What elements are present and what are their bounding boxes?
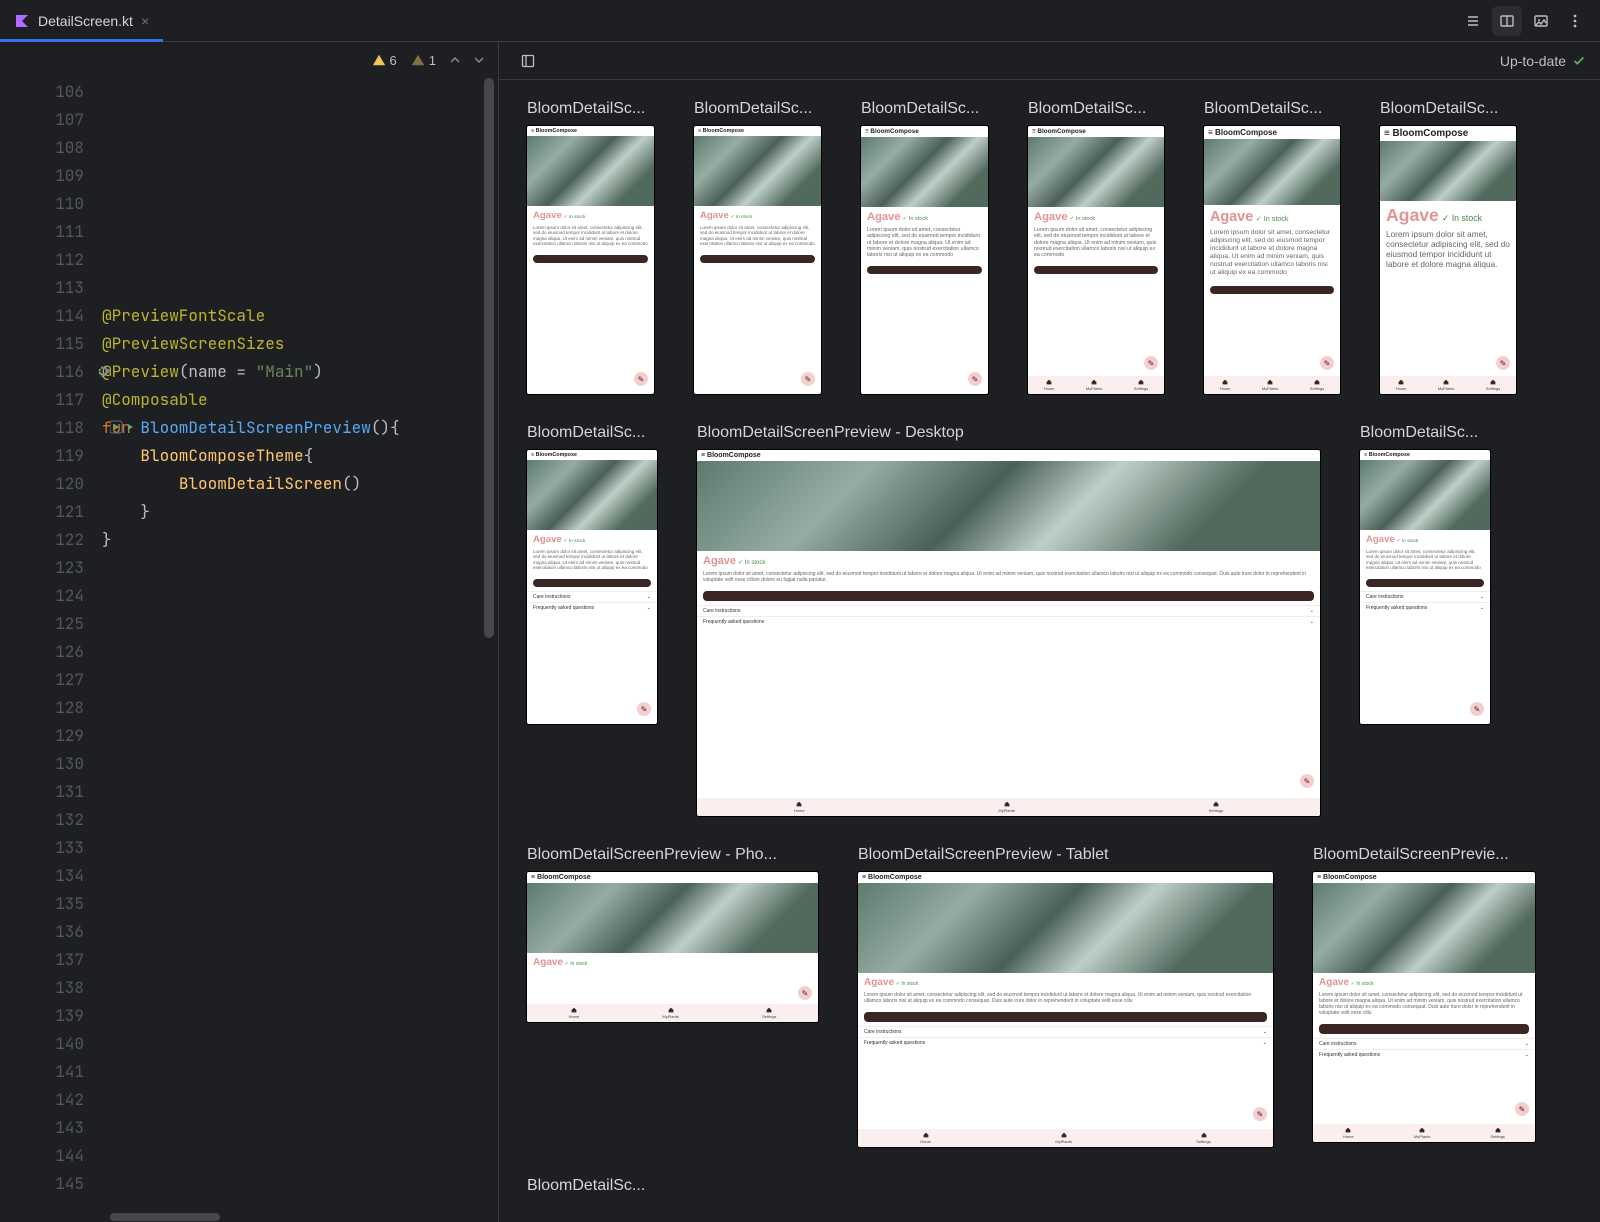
preview-tile[interactable]: BloomDetailSc... ≡ BloomCompose Agave ✓ … bbox=[694, 100, 821, 394]
close-icon[interactable]: × bbox=[141, 13, 149, 29]
preview-frame[interactable]: ≡ BloomCompose Agave ✓ In stock Lorem ip… bbox=[1313, 872, 1535, 1142]
tabbar: DetailScreen.kt × bbox=[0, 0, 1600, 42]
preview-tile-label: BloomDetailScreenPrevie... bbox=[1313, 846, 1535, 864]
check-icon bbox=[1572, 54, 1586, 68]
preview-surface-settings-icon[interactable] bbox=[513, 46, 543, 76]
preview-tile-label: BloomDetailSc... bbox=[1204, 100, 1340, 118]
preview-frame[interactable]: ≡ BloomCompose Agave ✓ In stock Lorem ip… bbox=[527, 450, 657, 724]
preview-tile[interactable]: BloomDetailScreenPreview - Tablet ≡ Bloo… bbox=[858, 846, 1273, 1147]
preview-tile-label: BloomDetailSc... bbox=[1380, 100, 1516, 118]
editor-body[interactable]: 1061071081091101111121131141151161171181… bbox=[0, 78, 498, 1222]
editor-pane: 6 1 106107108109110111112113114115116117… bbox=[0, 42, 499, 1222]
next-highlight-icon[interactable] bbox=[474, 55, 484, 65]
preview-scroll[interactable]: BloomDetailSc... ≡ BloomCompose Agave ✓ … bbox=[499, 80, 1600, 1222]
editor-h-scrollbar[interactable] bbox=[98, 1212, 498, 1222]
preview-tile-label: BloomDetailSc... bbox=[1028, 100, 1164, 118]
preview-tile-label: BloomDetailSc... bbox=[694, 100, 821, 118]
preview-tile[interactable]: BloomDetailScreenPreview - Pho... ≡ Bloo… bbox=[527, 846, 818, 1022]
preview-grid: BloomDetailSc... ≡ BloomCompose Agave ✓ … bbox=[527, 100, 1572, 1195]
tabs: DetailScreen.kt × bbox=[0, 0, 163, 41]
preview-tile[interactable]: BloomDetailSc... ≡ BloomCompose Agave ✓ … bbox=[527, 424, 657, 724]
more-icon[interactable] bbox=[1560, 6, 1590, 36]
split-view-icon[interactable] bbox=[1492, 6, 1522, 36]
list-view-icon[interactable] bbox=[1458, 6, 1488, 36]
design-view-icon[interactable] bbox=[1526, 6, 1556, 36]
preview-frame[interactable]: ≡ BloomCompose Agave ✓ In stock Lorem ip… bbox=[697, 450, 1320, 816]
editor-gutter[interactable]: 1061071081091101111121131141151161171181… bbox=[0, 78, 98, 1222]
preview-frame[interactable]: ≡ BloomCompose Agave ✓ In stock ✎ HomeMy… bbox=[527, 872, 818, 1022]
editor-view-tools bbox=[1458, 0, 1600, 41]
preview-frame[interactable]: ≡ BloomCompose Agave ✓ In stock Lorem ip… bbox=[694, 126, 821, 394]
preview-tile[interactable]: BloomDetailSc... ≡ BloomCompose Agave ✓ … bbox=[527, 100, 654, 394]
preview-tile-label: BloomDetailScreenPreview - Pho... bbox=[527, 846, 818, 864]
editor-inspection-bar: 6 1 bbox=[0, 42, 498, 78]
preview-toolbar: Up-to-date bbox=[499, 42, 1600, 80]
preview-tile[interactable]: BloomDetailSc... bbox=[527, 1177, 645, 1195]
preview-tile-label: BloomDetailSc... bbox=[527, 1177, 645, 1195]
preview-pane: Up-to-date BloomDetailSc... ≡ BloomCompo… bbox=[499, 42, 1600, 1222]
preview-tile-label: BloomDetailSc... bbox=[527, 100, 654, 118]
preview-tile[interactable]: BloomDetailSc... ≡ BloomCompose Agave ✓ … bbox=[1360, 424, 1490, 724]
main-row: 6 1 106107108109110111112113114115116117… bbox=[0, 42, 1600, 1222]
preview-tile[interactable]: BloomDetailSc... ≡ BloomCompose Agave ✓ … bbox=[861, 100, 988, 394]
preview-frame[interactable]: ≡ BloomCompose Agave ✓ In stock Lorem ip… bbox=[527, 126, 654, 394]
scrollbar-thumb[interactable] bbox=[110, 1213, 220, 1221]
tab-title: DetailScreen.kt bbox=[38, 13, 133, 29]
preview-tile-label: BloomDetailScreenPreview - Tablet bbox=[858, 846, 1273, 864]
preview-frame[interactable]: ≡ BloomCompose Agave ✓ In stock Lorem ip… bbox=[861, 126, 988, 394]
editor-code[interactable]: @PreviewFontScale@PreviewScreenSizes@Pre… bbox=[98, 78, 498, 1222]
preview-tile[interactable]: BloomDetailSc... ≡ BloomCompose Agave ✓ … bbox=[1204, 100, 1340, 394]
preview-frame[interactable]: ≡ BloomCompose Agave ✓ In stock Lorem ip… bbox=[1028, 126, 1164, 394]
prev-highlight-icon[interactable] bbox=[450, 55, 460, 65]
preview-status: Up-to-date bbox=[1500, 53, 1586, 69]
preview-frame[interactable]: ≡ BloomCompose Agave ✓ In stock Lorem ip… bbox=[1360, 450, 1490, 724]
editor-v-scrollbar[interactable] bbox=[484, 78, 494, 1222]
preview-tile[interactable]: BloomDetailScreenPrevie... ≡ BloomCompos… bbox=[1313, 846, 1535, 1142]
preview-tile-label: BloomDetailSc... bbox=[861, 100, 988, 118]
preview-frame[interactable]: ≡ BloomCompose Agave ✓ In stock Lorem ip… bbox=[1380, 126, 1516, 394]
tab-detailscreen[interactable]: DetailScreen.kt × bbox=[0, 0, 163, 41]
warnings-strong[interactable]: 6 bbox=[372, 53, 397, 68]
preview-tile[interactable]: BloomDetailSc... ≡ BloomCompose Agave ✓ … bbox=[1380, 100, 1516, 394]
preview-tile-label: BloomDetailSc... bbox=[1360, 424, 1490, 442]
preview-frame[interactable]: ≡ BloomCompose Agave ✓ In stock Lorem ip… bbox=[858, 872, 1273, 1147]
warnings-weak[interactable]: 1 bbox=[411, 53, 436, 68]
kotlin-file-icon bbox=[14, 13, 30, 29]
preview-tile[interactable]: BloomDetailScreenPreview - Desktop ≡ Blo… bbox=[697, 424, 1320, 816]
preview-tile-label: BloomDetailScreenPreview - Desktop bbox=[697, 424, 1320, 442]
preview-tile-label: BloomDetailSc... bbox=[527, 424, 657, 442]
preview-tile[interactable]: BloomDetailSc... ≡ BloomCompose Agave ✓ … bbox=[1028, 100, 1164, 394]
preview-frame[interactable]: ≡ BloomCompose Agave ✓ In stock Lorem ip… bbox=[1204, 126, 1340, 394]
scrollbar-thumb[interactable] bbox=[484, 78, 494, 638]
